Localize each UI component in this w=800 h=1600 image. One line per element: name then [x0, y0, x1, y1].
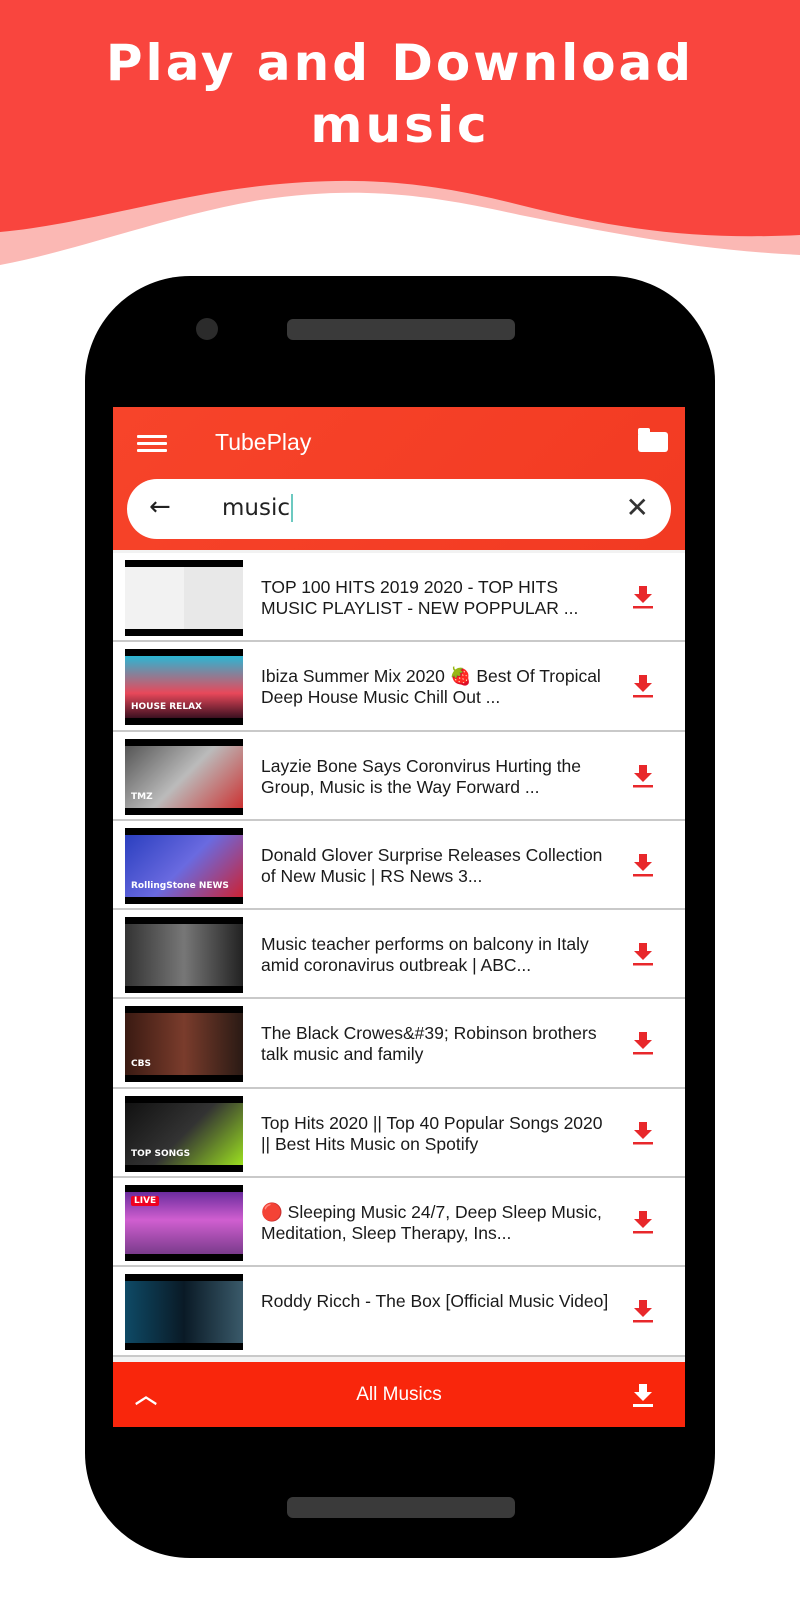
result-row[interactable]: TOP 100 HITS 2019 2020 - TOP HITS MUSIC …	[113, 553, 685, 643]
result-row[interactable]: RollingStone NEWS Donald Glover Surprise…	[113, 820, 685, 911]
download-icon[interactable]	[631, 1030, 655, 1056]
all-musics-label[interactable]: All Musics	[113, 1384, 685, 1406]
download-icon[interactable]	[631, 763, 655, 789]
video-title[interactable]: Top Hits 2020 || Top 40 Popular Songs 20…	[261, 1113, 613, 1155]
search-bar: ← music ✕	[127, 479, 671, 539]
video-title[interactable]: Roddy Ricch - The Box [Official Music Vi…	[261, 1291, 613, 1312]
video-thumbnail[interactable]	[125, 917, 243, 994]
thumbnail-label: CBS	[131, 1059, 151, 1070]
app-bar: TubePlay ← music ✕	[113, 407, 685, 550]
video-thumbnail[interactable]: TOP SONGS	[125, 1095, 243, 1172]
results-list: TOP 100 HITS 2019 2020 - TOP HITS MUSIC …	[113, 553, 685, 1357]
video-title[interactable]: Donald Glover Surprise Releases Collecti…	[261, 845, 613, 887]
phone-bottom-bar	[287, 1497, 515, 1518]
search-input[interactable]: music	[222, 494, 294, 522]
thumbnail-label: RollingStone NEWS	[131, 880, 229, 891]
video-thumbnail[interactable]: CBS	[125, 1006, 243, 1083]
video-title[interactable]: The Black Crowes&#39; Robinson brothers …	[261, 1023, 613, 1065]
front-camera	[196, 318, 218, 340]
bottom-bar[interactable]: ︿ All Musics	[113, 1362, 685, 1427]
result-row[interactable]: HOUSE RELAX Ibiza Summer Mix 2020 🍓 Best…	[113, 642, 685, 732]
video-thumbnail[interactable]: LIVE	[125, 1185, 243, 1262]
download-icon[interactable]	[631, 1382, 655, 1408]
thumbnail-label: TMZ	[131, 791, 153, 802]
video-thumbnail[interactable]: HOUSE RELAX	[125, 649, 243, 726]
thumbnail-label: HOUSE RELAX	[131, 702, 202, 713]
download-icon[interactable]	[631, 1209, 655, 1235]
app-screen: TubePlay ← music ✕ TOP 100 HITS 2019 202…	[113, 407, 685, 1427]
video-title[interactable]: Ibiza Summer Mix 2020 🍓 Best Of Tropical…	[261, 666, 613, 708]
video-thumbnail[interactable]: TMZ	[125, 738, 243, 815]
thumbnail-label: TOP SONGS	[131, 1148, 191, 1159]
download-icon[interactable]	[631, 852, 655, 878]
video-title[interactable]: 🔴 Sleeping Music 24/7, Deep Sleep Music,…	[261, 1202, 613, 1244]
video-title[interactable]: Layzie Bone Says Coronvirus Hurting the …	[261, 756, 613, 798]
promo-title-line1: Play and Download	[105, 34, 695, 92]
result-row[interactable]: LIVE 🔴 Sleeping Music 24/7, Deep Sleep M…	[113, 1178, 685, 1268]
result-row[interactable]: Roddy Ricch - The Box [Official Music Vi…	[113, 1267, 685, 1357]
download-icon[interactable]	[631, 673, 655, 699]
phone-speaker	[287, 319, 515, 340]
video-title[interactable]: TOP 100 HITS 2019 2020 - TOP HITS MUSIC …	[261, 577, 613, 619]
result-row[interactable]: CBS The Black Crowes&#39; Robinson broth…	[113, 999, 685, 1089]
result-row[interactable]: TMZ Layzie Bone Says Coronvirus Hurting …	[113, 731, 685, 821]
download-icon[interactable]	[631, 1120, 655, 1146]
download-icon[interactable]	[631, 1298, 655, 1324]
download-icon[interactable]	[631, 584, 655, 610]
app-title: TubePlay	[215, 429, 312, 455]
result-row[interactable]: Music teacher performs on balcony in Ita…	[113, 910, 685, 1000]
video-thumbnail[interactable]	[125, 1274, 243, 1351]
video-thumbnail[interactable]: RollingStone NEWS	[125, 827, 243, 904]
arrow-left-icon[interactable]: ←	[149, 492, 171, 522]
hamburger-icon[interactable]	[137, 435, 167, 452]
video-title[interactable]: Music teacher performs on balcony in Ita…	[261, 934, 613, 976]
promo-title-line2: music	[310, 96, 490, 154]
result-row[interactable]: TOP SONGS Top Hits 2020 || Top 40 Popula…	[113, 1088, 685, 1179]
thumbnail-label: LIVE	[131, 1196, 160, 1207]
video-thumbnail[interactable]	[125, 560, 243, 636]
folder-icon[interactable]	[638, 428, 668, 452]
download-icon[interactable]	[631, 941, 655, 967]
close-icon[interactable]: ✕	[626, 491, 649, 524]
